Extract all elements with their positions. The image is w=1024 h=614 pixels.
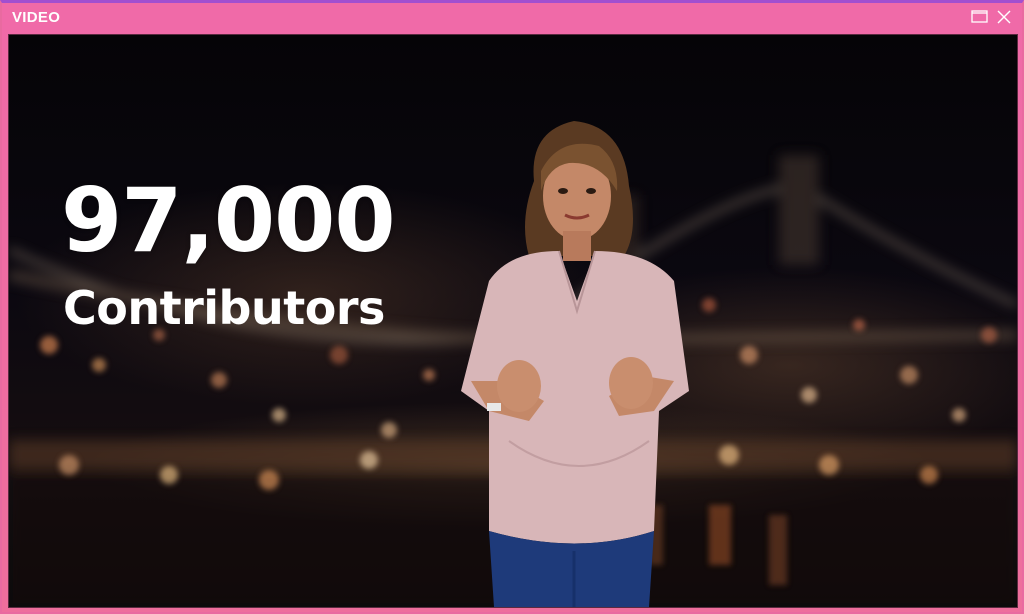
video-window: VIDEO 97,000 Contributors	[0, 0, 1024, 614]
video-player[interactable]: 97,000 Contributors	[8, 34, 1018, 608]
maximize-icon	[971, 10, 988, 23]
video-click-area[interactable]	[9, 35, 1017, 607]
window-title: VIDEO	[12, 9, 61, 26]
title-bar[interactable]: VIDEO	[2, 3, 1022, 32]
close-button[interactable]	[994, 9, 1014, 25]
maximize-button[interactable]	[970, 9, 990, 25]
close-icon	[997, 10, 1011, 24]
